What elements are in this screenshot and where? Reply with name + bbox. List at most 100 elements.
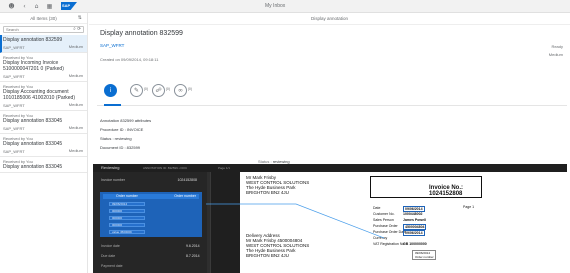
meta-label: VAT Registration No. [373, 242, 406, 246]
shell-bar: ☻ ‹ ⌂ ▦ SAP My Inbox [0, 0, 570, 13]
field-value: Order number [174, 194, 196, 198]
item-title: Display annotation 833045 [3, 118, 63, 124]
page-gutter [210, 172, 240, 273]
search-icon[interactable]: ⌕ ⟳ [73, 27, 81, 33]
item-count-label: All Items (30) [30, 16, 57, 21]
apps-icon[interactable]: ▦ [46, 3, 53, 10]
created-on: Created on 09/09/2014, 09:18:11 [100, 57, 159, 62]
tab-attachments[interactable]: ☍ (0) [152, 84, 170, 97]
tab-links[interactable]: ∞ (0) [174, 84, 192, 97]
detail-header: Display annotation [89, 13, 570, 25]
meta-label: Purchase Order Date [373, 230, 407, 234]
list-item[interactable]: Received by You Display Accounting docume… [0, 82, 87, 111]
document-viewer[interactable]: Reviewing ANNOTATION ID: 832599 • DOC Pa… [93, 164, 567, 273]
sort-icon[interactable]: ⇅ [78, 13, 82, 24]
attribute-line: Status : reviewing [100, 136, 132, 141]
info-icon: i [109, 87, 112, 94]
tab-info[interactable]: i [104, 84, 117, 97]
icon-tab-bar: i ✎ (0) ☍ (0) ∞ (0) [97, 76, 567, 106]
item-title: Display annotation 833045 [3, 164, 63, 170]
item-title: Display Accounting document 1010185006 4… [3, 89, 76, 101]
field-label: Order number [116, 194, 138, 198]
field-value: 8.7.2014 [186, 254, 200, 258]
field-label: Payment date [101, 264, 123, 268]
list-item[interactable]: Received by You Display annotation 833045… [0, 111, 87, 134]
list-item[interactable]: Received by You Display annotation 833045… [0, 134, 87, 157]
field-value: 9.6.2014 [186, 244, 200, 248]
address-line: BRIGHTON BN2 4JU [246, 190, 289, 195]
link-icon: ∞ [178, 87, 183, 94]
meta-row: VAT Registration No. GB 100000000 [373, 241, 475, 247]
invoice-number: Invoice No.: 1024152808 [429, 185, 464, 197]
delivery-address: Delivery Address Mr Mark Frisby 45000048… [246, 233, 309, 258]
user-icon[interactable]: ☻ [8, 3, 15, 10]
field-row[interactable]: Invoice number 1024152808 [101, 177, 201, 183]
meta-label: Date [373, 206, 381, 210]
attribute-list: Annotation 832599 attributes Procedure I… [100, 116, 151, 152]
tab-badge: (0) [165, 87, 170, 91]
page-title: Display annotation 832599 [100, 30, 183, 37]
tab-indicator [104, 104, 121, 106]
tab-notes[interactable]: ✎ (0) [130, 84, 148, 97]
field-value: 1024152808 [177, 178, 197, 182]
master-list: All Items (30) ⇅ ⌕ ⟳ Display annotation … [0, 13, 88, 273]
viewer-title: Reviewing [101, 165, 120, 170]
meta-label: Customer No. [373, 212, 395, 216]
item-title: Display annotation 832599 [3, 37, 63, 43]
field-tooltip: 09/06/2014 Order number [412, 250, 436, 260]
meta-label: Currency [373, 236, 388, 240]
list-item[interactable]: Received by You Display Incoming Invoice … [0, 53, 87, 82]
tooltip-label: Order number [415, 255, 434, 259]
sub-field[interactable]: 09/06/2014 [109, 202, 145, 206]
attachment-icon: ☍ [155, 87, 162, 94]
selected-field-group[interactable]: Order number Order number 09/06/2014 000… [100, 192, 202, 237]
sub-field[interactable]: value 4500009 [109, 230, 145, 234]
search-input[interactable] [4, 27, 74, 32]
item-priority: Medium [68, 125, 83, 130]
master-header: All Items (30) ⇅ [0, 13, 87, 24]
field-label: Due date [101, 254, 116, 258]
item-priority: Medium [68, 102, 83, 107]
search-field[interactable]: ⌕ ⟳ [3, 26, 84, 33]
detail-pane: Display annotation Display annotation 83… [89, 13, 570, 273]
home-icon[interactable]: ⌂ [33, 3, 40, 10]
field-row[interactable]: Payment date [101, 264, 123, 268]
sub-field[interactable]: 000000 [109, 216, 145, 220]
invoice-page[interactable]: Mr Mark Frisby WEST CONTROL SOLUTIONS Th… [240, 172, 567, 273]
attribute-line: Document ID : 832599 [100, 145, 141, 150]
field-row[interactable]: Invoice date 9.6.2014 [101, 244, 200, 248]
sub-field[interactable]: 000000 [109, 223, 145, 227]
item-title: Display annotation 833045 [3, 141, 63, 147]
created-by-link[interactable]: SAP_WFRT [100, 43, 124, 48]
list-item[interactable]: Display annotation 832599 SAP_WFRT Medium [0, 35, 87, 53]
sap-logo: SAP [61, 2, 77, 10]
meta-label: Purchase Order [373, 224, 398, 228]
viewer-subtitle: ANNOTATION ID: 832599 • DOC [143, 166, 188, 170]
app-title[interactable]: My Inbox [265, 3, 285, 9]
selected-field[interactable]: Order number Order number [103, 194, 199, 199]
page-indicator: Page 1/1 [218, 166, 231, 170]
item-priority: Medium [68, 73, 83, 78]
status-badge: Ready [551, 44, 563, 49]
notes-icon: ✎ [133, 87, 140, 94]
invoice-meta: Date 09/06/2014 Customer No. 1000448002 Sale… [373, 205, 475, 247]
attribute-line: Procedure ID : INVOICE [100, 127, 144, 132]
tab-badge: (0) [143, 87, 148, 91]
meta-value: GB 100000000 [403, 242, 427, 246]
item-priority: Medium [68, 148, 83, 153]
sub-field[interactable]: 000000 [109, 209, 145, 213]
field-row[interactable]: Due date 8.7.2014 [101, 254, 200, 258]
invoice-number-box: Invoice No.: 1024152808 [370, 176, 482, 198]
tab-badge: (0) [187, 87, 192, 91]
priority-label: Medium [548, 52, 563, 57]
meta-label: Sales Person [373, 218, 394, 222]
attribute-line: Annotation 832599 attributes [100, 118, 152, 123]
field-label: Invoice date [101, 244, 120, 248]
item-title: Display Incoming Invoice 5100000047201 0… [3, 60, 64, 72]
field-panel: Invoice number 1024152808 Order number O… [93, 172, 207, 273]
billing-address: Mr Mark Frisby WEST CONTROL SOLUTIONS Th… [246, 175, 309, 195]
back-icon[interactable]: ‹ [21, 3, 28, 10]
address-line: BRIGHTON BN2 4JU [246, 253, 289, 258]
item-priority: Medium [68, 44, 83, 49]
list-item[interactable]: Received by You Display annotation 833045 [0, 157, 87, 173]
